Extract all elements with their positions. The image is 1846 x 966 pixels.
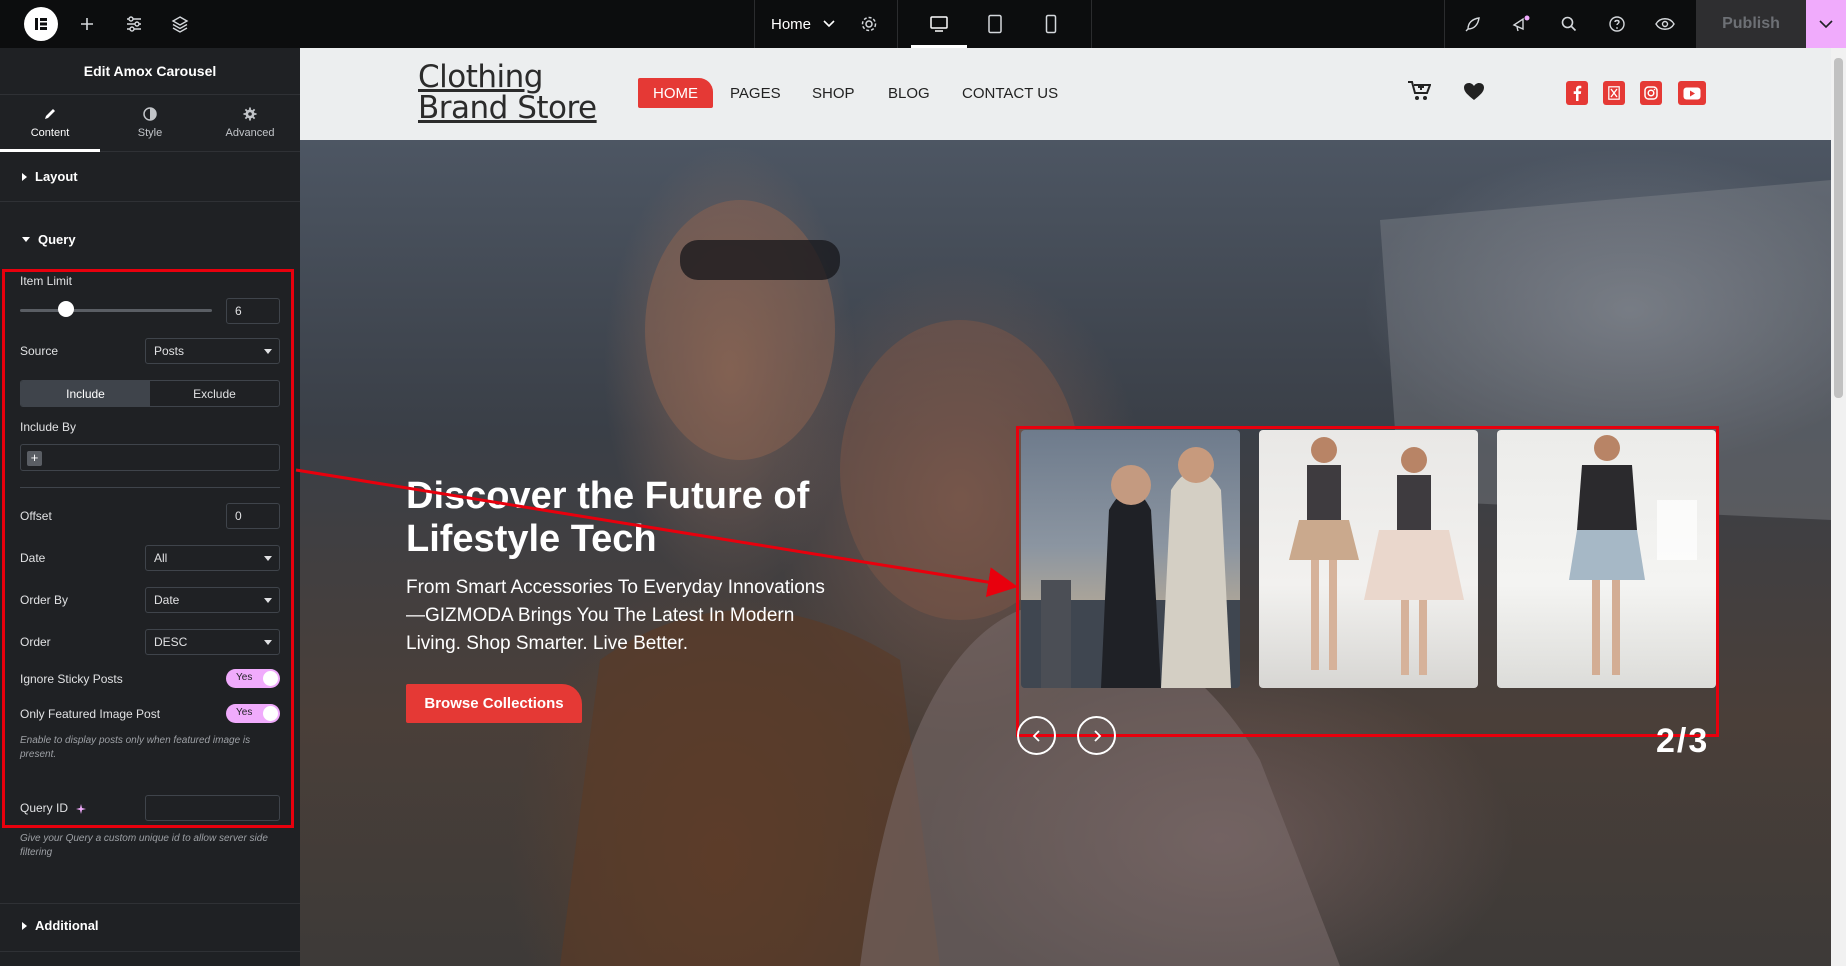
section-additional-label: Additional [35, 918, 99, 933]
help-icon[interactable] [1604, 0, 1630, 48]
section-query-header[interactable]: Query [22, 232, 76, 247]
browse-collections-button[interactable]: Browse Collections [406, 684, 582, 723]
gear-icon [243, 107, 257, 121]
publish-button[interactable]: Publish [1696, 0, 1806, 48]
ai-sparkle-icon[interactable] [75, 803, 87, 815]
elementor-logo-icon[interactable] [24, 7, 58, 41]
site-preview: Clothing Brand Store HOME PAGES SHOP BLO… [300, 48, 1846, 966]
highlight-carousel-box [1016, 426, 1719, 737]
x-icon[interactable] [1603, 81, 1625, 105]
caret-down-icon [22, 237, 30, 242]
search-icon[interactable] [1556, 0, 1582, 48]
structure-layers-icon[interactable] [167, 0, 193, 48]
hero-subtitle: From Smart Accessories To Everyday Innov… [406, 577, 825, 654]
hero-section: Discover the Future of Lifestyle Tech Fr… [300, 140, 1831, 966]
hero-title: Discover the Future of Lifestyle Tech [406, 475, 810, 560]
highlight-query-box [2, 269, 294, 828]
divider [0, 903, 300, 904]
divider [897, 0, 898, 48]
editor-panel: Edit Amox Carousel Content Style Advance… [0, 48, 300, 966]
tablet-view-icon[interactable] [980, 0, 1010, 48]
add-element-icon[interactable] [74, 0, 100, 48]
query-id-label: Query ID [20, 801, 87, 815]
site-settings-icon[interactable] [121, 0, 147, 48]
tab-advanced-label: Advanced [225, 127, 275, 139]
query-id-input[interactable] [145, 795, 280, 821]
query-id-label-text: Query ID [20, 801, 69, 815]
nav-shop[interactable]: SHOP [812, 78, 855, 108]
carousel-prev-button[interactable] [1017, 716, 1056, 755]
carousel-counter: 2/3 [1656, 722, 1710, 760]
cart-icon[interactable] [1407, 80, 1431, 102]
youtube-icon[interactable] [1678, 81, 1706, 105]
desktop-view-icon[interactable] [924, 0, 954, 48]
publish-options-chevron-icon[interactable] [1806, 0, 1846, 48]
tab-content-label: Content [30, 127, 70, 139]
notifications-megaphone-icon[interactable] [1508, 0, 1534, 48]
rocket-icon[interactable] [1460, 0, 1486, 48]
section-layout-label: Layout [35, 169, 78, 184]
brand-line-2: Brand Store [418, 90, 597, 126]
scrollbar-thumb[interactable] [1834, 58, 1843, 398]
divider [0, 951, 300, 952]
half-circle-icon [143, 107, 157, 121]
facebook-icon[interactable] [1566, 81, 1588, 105]
instagram-icon[interactable] [1640, 81, 1662, 105]
nav-pages[interactable]: PAGES [730, 78, 781, 108]
panel-tabs: Content Style Advanced [0, 95, 300, 152]
chevron-right-icon [1093, 729, 1101, 742]
nav-blog[interactable]: BLOG [888, 78, 930, 108]
carousel-next-button[interactable] [1077, 716, 1116, 755]
site-header: Clothing Brand Store HOME PAGES SHOP BLO… [300, 48, 1831, 140]
chevron-left-icon [1032, 729, 1040, 742]
tab-style[interactable]: Style [100, 95, 200, 151]
tab-content[interactable]: Content [0, 95, 100, 152]
site-logo-text[interactable]: Clothing Brand Store [418, 62, 597, 124]
preview-eye-icon[interactable] [1652, 0, 1678, 48]
nav-contact-us[interactable]: CONTACT US [962, 78, 1058, 108]
nav-home[interactable]: HOME [638, 78, 713, 108]
panel-title: Edit Amox Carousel [0, 48, 300, 95]
preview-scrollbar[interactable] [1831, 48, 1846, 966]
page-selector[interactable]: Home [771, 0, 835, 48]
pencil-icon [43, 107, 57, 121]
mobile-view-icon[interactable] [1036, 0, 1066, 48]
top-bar: Home Publish [0, 0, 1846, 48]
divider [1091, 0, 1092, 48]
section-additional-header[interactable]: Additional [22, 918, 99, 933]
caret-right-icon [22, 172, 27, 181]
caret-right-icon [22, 921, 27, 930]
query-id-hint: Give your Query a custom unique id to al… [20, 833, 268, 858]
section-query-label: Query [38, 232, 76, 247]
brand-line-1: Clothing [418, 59, 543, 95]
section-layout-header[interactable]: Layout [0, 152, 300, 202]
chevron-down-icon [823, 20, 835, 28]
tab-style-label: Style [137, 127, 163, 139]
divider [1444, 0, 1445, 48]
page-settings-gear-icon[interactable] [856, 0, 882, 48]
wishlist-heart-icon[interactable] [1463, 82, 1485, 101]
page-label: Home [771, 15, 812, 33]
divider [754, 0, 755, 48]
tab-advanced[interactable]: Advanced [200, 95, 300, 151]
